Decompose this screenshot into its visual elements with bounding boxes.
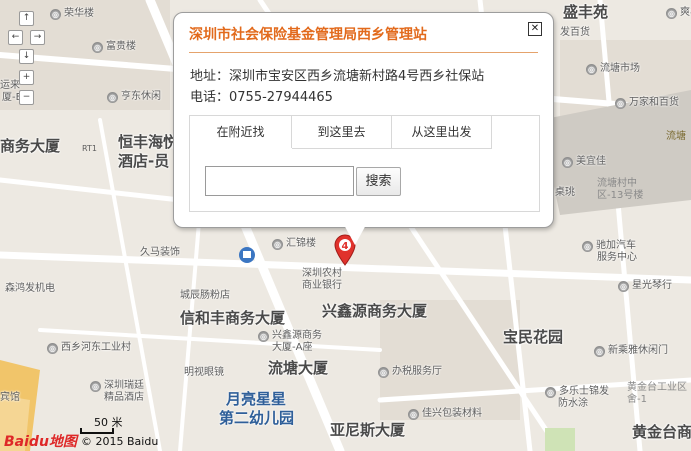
poi-huijin[interactable]: ◎ 汇锦楼 xyxy=(272,238,316,250)
poi-xinyaxiu[interactable]: ◎ 新乘雅休闲门 xyxy=(594,345,668,357)
poi-fuwu: 服务中心 xyxy=(597,252,637,263)
info-window-pointer xyxy=(343,223,367,245)
tab-route-to[interactable]: 到这里去 xyxy=(292,116,392,149)
poi-senfeng: 森鸿发机电 xyxy=(5,283,55,294)
area-xingxinyuan: 兴鑫源商务大厦 xyxy=(322,302,428,320)
building-icon: ◎ xyxy=(50,9,61,20)
building-icon: ◎ xyxy=(586,64,597,75)
poi-ruiting[interactable]: ◎ 深圳瑞廷 xyxy=(90,380,144,392)
poi-fangshui: 防水涂 xyxy=(558,398,588,409)
poi-yunlai: 运来 xyxy=(0,80,20,91)
search-tabs: 在附近找 到这里去 从这里出发 搜索 xyxy=(189,115,540,212)
poi-xixiang-hedong[interactable]: ◎ 西乡河东工业村 xyxy=(47,342,131,354)
poi-huangjin-tai: 黄金台工业区 xyxy=(627,382,687,393)
poi-nongcun: 深圳农村 xyxy=(302,268,342,279)
info-window-title: 深圳市社会保险基金管理局西乡管理站 xyxy=(189,27,427,43)
pan-down-button[interactable]: ↓ xyxy=(19,49,34,64)
baidu-logo[interactable]: Baidu地图 xyxy=(4,431,77,451)
poi-zhuoqiao: 桌珧 xyxy=(555,187,575,198)
pan-left-button[interactable]: ← xyxy=(8,30,23,45)
poi-fugui[interactable]: ◎ 富贵楼 xyxy=(92,41,136,53)
phone-text: 电话：0755-27944465 xyxy=(190,90,333,105)
area-baomin: 宝民花园 xyxy=(503,328,564,346)
building-icon: ◎ xyxy=(378,367,389,378)
building-icon: ◎ xyxy=(545,387,556,398)
zoom-out-button[interactable]: − xyxy=(19,90,34,105)
address-text: 地址：深圳市宝安区西乡流塘新村路4号西乡社保站 xyxy=(190,69,485,84)
poi-shangye: 商业银行 xyxy=(302,280,342,291)
building-icon: ◎ xyxy=(408,409,419,420)
poi-zhongqu: 区-13号楼 xyxy=(597,190,644,201)
poi-ronghualou[interactable]: ◎ 荣华楼 xyxy=(50,8,94,20)
poi-banzheng[interactable]: ◎ 办税服务厅 xyxy=(378,366,442,378)
building-icon: ◎ xyxy=(272,239,283,250)
poi-duoshi[interactable]: ◎ 多乐士锦发 xyxy=(545,386,609,398)
poi-xingguang[interactable]: ◎ 星光琴行 xyxy=(618,280,672,292)
area-shengfeng: 盛丰苑 xyxy=(563,3,609,21)
area-dier: 第二幼儿园 xyxy=(219,409,295,427)
poi-hengdong[interactable]: ◎ 亨东休闲 xyxy=(107,91,161,103)
poi-binguan: 宾馆 xyxy=(0,392,20,403)
poi-chengfu: 城辰肠粉店 xyxy=(180,290,230,301)
zoom-in-button[interactable]: + xyxy=(19,70,34,85)
building-icon: ◎ xyxy=(594,346,605,357)
building-icon: ◎ xyxy=(666,8,677,19)
building-icon: ◎ xyxy=(562,157,573,168)
search-button[interactable]: 搜索 xyxy=(356,167,401,196)
area-xinhefeng: 信和丰商务大厦 xyxy=(180,309,286,327)
road-rt1: RT1 xyxy=(82,144,97,153)
poi-chiqi[interactable]: ◎ 驰加汽车 xyxy=(582,240,636,252)
poi-xinyuan-a: 大厦-A座 xyxy=(272,342,313,353)
area-hengfeng: 恒丰海悦 xyxy=(118,133,179,151)
poi-mingyu: 明视眼镜 xyxy=(184,367,224,378)
building-icon: ◎ xyxy=(615,98,626,109)
title-divider xyxy=(189,52,538,53)
building-icon: ◎ xyxy=(47,343,58,354)
poi-xinyuan-sw[interactable]: ◎ 兴鑫源商务 xyxy=(258,330,322,342)
tab-route-from[interactable]: 从这里出发 xyxy=(392,116,492,149)
poi-xinqu: 舍-1 xyxy=(627,394,647,405)
area-yanisi: 亚尼斯大厦 xyxy=(330,421,406,439)
building-icon: ◎ xyxy=(258,331,269,342)
area-hotel-yuan: 酒店-员 xyxy=(118,152,170,170)
info-window: 深圳市社会保险基金管理局西乡管理站 ✕ 地址：深圳市宝安区西乡流塘新村路4号西乡… xyxy=(173,12,554,228)
poi-liutang-market[interactable]: ◎ 流塘市场 xyxy=(586,63,640,75)
scale-label: 50 米 xyxy=(94,416,123,429)
poi-tianfa: 发百货 xyxy=(560,27,590,38)
building-icon: ◎ xyxy=(582,241,593,252)
building-icon: ◎ xyxy=(92,42,103,53)
pan-right-button[interactable]: → xyxy=(30,30,45,45)
building-icon: ◎ xyxy=(90,381,101,392)
poi-shuangfeng[interactable]: ◎爽丰 xyxy=(666,7,691,19)
road-liutang: 流塘 xyxy=(666,131,686,142)
poi-jiujiu: 久马装饰 xyxy=(140,247,180,258)
copyright-text: © 2015 Baidu xyxy=(81,435,159,448)
poi-jingpin: 精品酒店 xyxy=(104,392,144,403)
close-icon[interactable]: ✕ xyxy=(528,22,542,36)
poi-wanjia[interactable]: ◎ 万家和百货 xyxy=(615,97,679,109)
poi-jiaxing[interactable]: ◎ 佳兴包装材料 xyxy=(408,408,482,420)
poi-liutang-cun: 流塘村中 xyxy=(597,178,637,189)
area-liutang-dasha: 流塘大厦 xyxy=(268,359,329,377)
pan-up-button[interactable]: ↑ xyxy=(19,11,34,26)
tab-nearby[interactable]: 在附近找 xyxy=(190,116,292,148)
building-icon: ◎ xyxy=(618,281,629,292)
nearby-search-input[interactable] xyxy=(205,166,354,196)
area-huangjin-fu: 黄金台商 xyxy=(632,423,691,441)
poi-meiyijia[interactable]: ◎ 美宜佳 xyxy=(562,156,606,168)
area-yueliang: 月亮星星 xyxy=(226,390,287,408)
building-icon: ◎ xyxy=(107,92,118,103)
area-shangwu-dasha: 商务大厦 xyxy=(0,137,61,155)
